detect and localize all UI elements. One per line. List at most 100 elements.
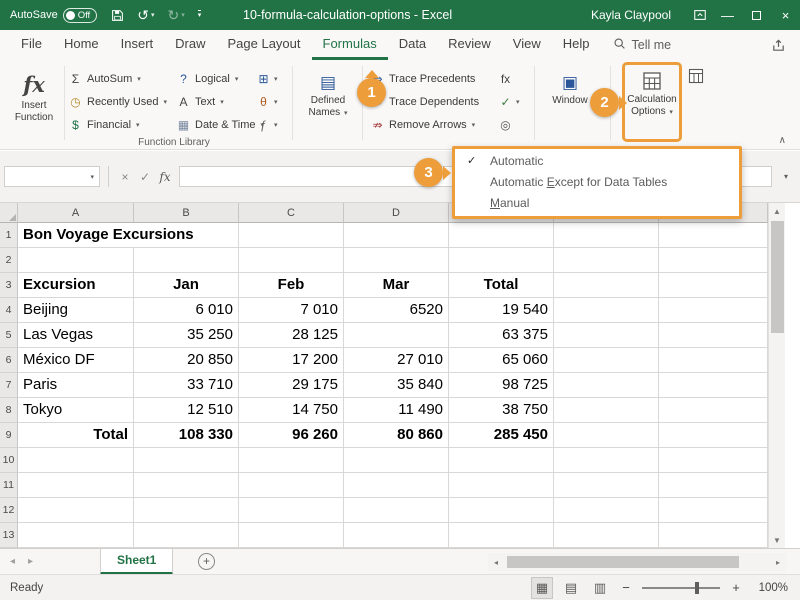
row-header-8[interactable]: 8 xyxy=(0,398,18,423)
cell-G12[interactable] xyxy=(659,498,768,523)
zoom-slider-thumb[interactable] xyxy=(695,582,699,594)
undo-icon[interactable]: ↺▾ xyxy=(137,8,154,22)
select-all-button[interactable] xyxy=(0,203,18,223)
cell-F7[interactable] xyxy=(554,373,659,398)
cell-E4[interactable]: 19 540 xyxy=(449,298,554,323)
cell-E9[interactable]: 285 450 xyxy=(449,423,554,448)
cell-D5[interactable] xyxy=(344,323,449,348)
cell-B9[interactable]: 108 330 xyxy=(134,423,239,448)
cell-A5[interactable]: Las Vegas xyxy=(18,323,134,348)
tab-page-layout[interactable]: Page Layout xyxy=(217,30,312,60)
error-checking-button[interactable]: ✓▾ xyxy=(498,91,520,112)
cell-C5[interactable]: 28 125 xyxy=(239,323,344,348)
cell-C3[interactable]: Feb xyxy=(239,273,344,298)
cell-C4[interactable]: 7 010 xyxy=(239,298,344,323)
cell-F12[interactable] xyxy=(554,498,659,523)
cell-B7[interactable]: 33 710 xyxy=(134,373,239,398)
cell-A1[interactable]: Bon Voyage Excursions xyxy=(18,223,239,248)
autosum-button[interactable]: ΣAutoSum▾ xyxy=(68,68,167,89)
collapse-ribbon-icon[interactable]: ∧ xyxy=(779,135,786,146)
tell-me-search[interactable]: Tell me xyxy=(613,30,672,60)
zoom-in-button[interactable]: + xyxy=(729,580,743,595)
remove-arrows-button[interactable]: ⇏Remove Arrows▾ xyxy=(370,114,479,135)
cell-D6[interactable]: 27 010 xyxy=(344,348,449,373)
autosave-pill[interactable]: Off xyxy=(63,8,98,23)
cell-A8[interactable]: Tokyo xyxy=(18,398,134,423)
cell-F9[interactable] xyxy=(554,423,659,448)
cell-G6[interactable] xyxy=(659,348,768,373)
zoom-slider[interactable] xyxy=(642,587,720,589)
menu-item-automatic-except-for-data-tables[interactable]: Automatic Except for Data Tables xyxy=(455,172,739,193)
cell-F11[interactable] xyxy=(554,473,659,498)
cell-C7[interactable]: 29 175 xyxy=(239,373,344,398)
cell-B3[interactable]: Jan xyxy=(134,273,239,298)
cell-F4[interactable] xyxy=(554,298,659,323)
cell-A11[interactable] xyxy=(18,473,134,498)
tab-formulas[interactable]: Formulas xyxy=(312,30,388,60)
cell-A6[interactable]: México DF xyxy=(18,348,134,373)
maximize-button[interactable] xyxy=(742,0,771,30)
user-name[interactable]: Kayla Claypool xyxy=(591,8,671,22)
row-header-11[interactable]: 11 xyxy=(0,473,18,498)
name-box-dropdown-icon[interactable]: ▾ xyxy=(85,173,99,181)
cell-D8[interactable]: 11 490 xyxy=(344,398,449,423)
row-header-12[interactable]: 12 xyxy=(0,498,18,523)
evaluate-formula-button[interactable]: ◎ xyxy=(498,114,520,135)
cell-G5[interactable] xyxy=(659,323,768,348)
cell-B11[interactable] xyxy=(134,473,239,498)
horizontal-scrollbar[interactable]: ◂ ▸ xyxy=(488,553,786,571)
cell-G11[interactable] xyxy=(659,473,768,498)
lookup-reference-button[interactable]: ⊞▾ xyxy=(256,68,278,89)
page-break-view-icon[interactable]: ▥ xyxy=(590,578,610,598)
tab-view[interactable]: View xyxy=(502,30,552,60)
cell-E2[interactable] xyxy=(449,248,554,273)
scroll-right-icon[interactable]: ▸ xyxy=(770,554,786,570)
cell-A3[interactable]: Excursion xyxy=(18,273,134,298)
tab-help[interactable]: Help xyxy=(552,30,601,60)
cell-E1[interactable] xyxy=(449,223,554,248)
cell-D12[interactable] xyxy=(344,498,449,523)
cell-B4[interactable]: 6 010 xyxy=(134,298,239,323)
scroll-left-icon[interactable]: ◂ xyxy=(488,554,504,570)
new-sheet-button[interactable]: + xyxy=(198,553,215,570)
column-header-A[interactable]: A xyxy=(18,203,134,223)
math-trig-button[interactable]: θ▾ xyxy=(256,91,278,112)
tab-review[interactable]: Review xyxy=(437,30,502,60)
cell-G10[interactable] xyxy=(659,448,768,473)
column-header-B[interactable]: B xyxy=(134,203,239,223)
menu-item-automatic[interactable]: ✓Automatic xyxy=(455,151,739,172)
cell-C6[interactable]: 17 200 xyxy=(239,348,344,373)
cell-E11[interactable] xyxy=(449,473,554,498)
autosave-toggle[interactable]: AutoSave Off xyxy=(10,8,97,23)
row-header-5[interactable]: 5 xyxy=(0,323,18,348)
calculate-now-button[interactable] xyxy=(688,68,704,89)
close-button[interactable]: × xyxy=(771,0,800,30)
page-layout-view-icon[interactable]: ▤ xyxy=(561,578,581,598)
cell-A9[interactable]: Total xyxy=(18,423,134,448)
cell-E6[interactable]: 65 060 xyxy=(449,348,554,373)
cell-C9[interactable]: 96 260 xyxy=(239,423,344,448)
cell-A10[interactable] xyxy=(18,448,134,473)
row-header-13[interactable]: 13 xyxy=(0,523,18,548)
cell-B2[interactable] xyxy=(134,248,239,273)
cell-C12[interactable] xyxy=(239,498,344,523)
cell-G4[interactable] xyxy=(659,298,768,323)
cell-B12[interactable] xyxy=(134,498,239,523)
vertical-scrollbar-thumb[interactable] xyxy=(771,221,784,333)
cell-F5[interactable] xyxy=(554,323,659,348)
zoom-out-button[interactable]: − xyxy=(619,580,633,595)
cell-C13[interactable] xyxy=(239,523,344,548)
tab-data[interactable]: Data xyxy=(388,30,437,60)
cell-D4[interactable]: 6520 xyxy=(344,298,449,323)
scroll-down-icon[interactable]: ▼ xyxy=(769,532,785,548)
cell-D13[interactable] xyxy=(344,523,449,548)
cell-A7[interactable]: Paris xyxy=(18,373,134,398)
vertical-scrollbar[interactable]: ▲ ▼ xyxy=(768,203,785,548)
cell-A4[interactable]: Beijing xyxy=(18,298,134,323)
cell-A2[interactable] xyxy=(18,248,134,273)
row-header-9[interactable]: 9 xyxy=(0,423,18,448)
text-button[interactable]: AText▾ xyxy=(176,91,264,112)
cell-D7[interactable]: 35 840 xyxy=(344,373,449,398)
cell-E13[interactable] xyxy=(449,523,554,548)
row-header-2[interactable]: 2 xyxy=(0,248,18,273)
